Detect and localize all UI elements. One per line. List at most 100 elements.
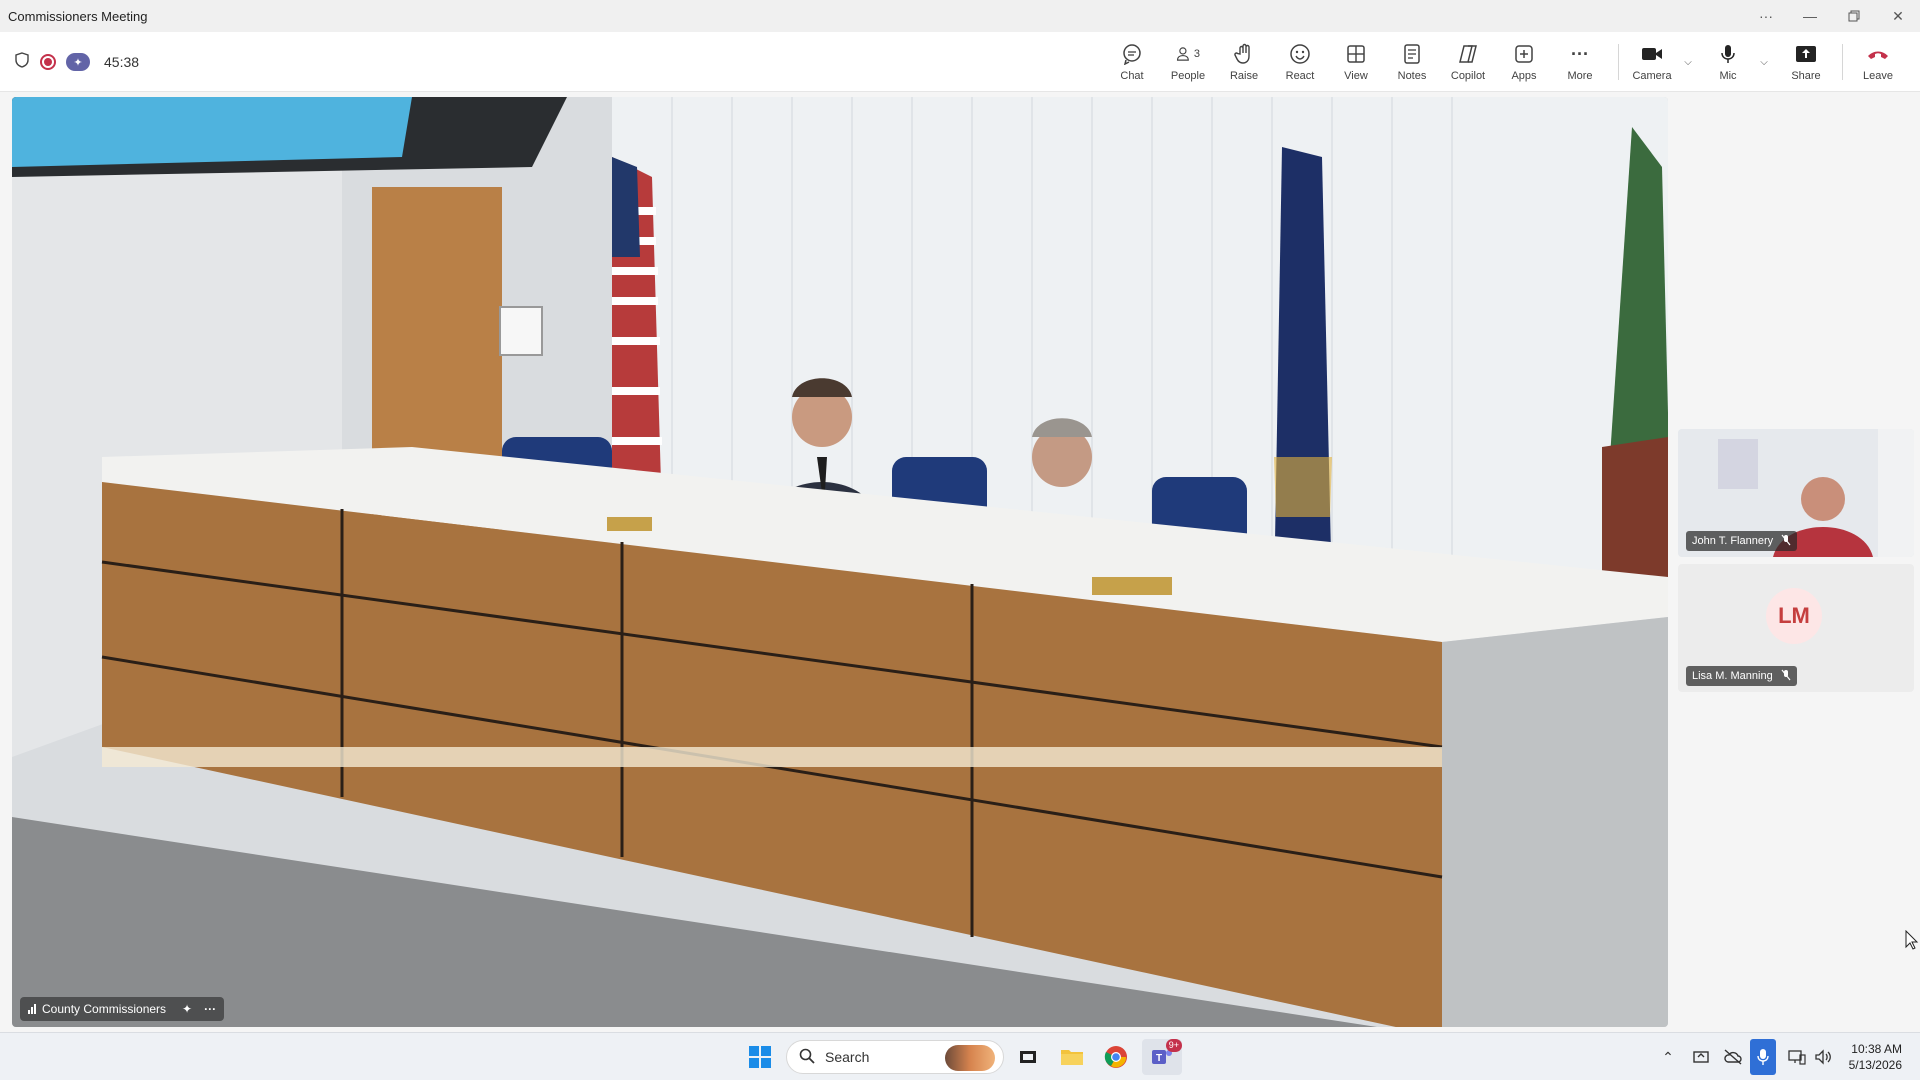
more-label: More	[1567, 70, 1593, 82]
toolbar-divider	[1842, 44, 1843, 80]
teams-meeting-window: Commissioners Meeting ··· — ✕ ✦ 45:38 Ch…	[0, 0, 1920, 1080]
pin-icon[interactable]: ✦	[182, 1002, 192, 1016]
copilot-status-icon[interactable]: ✦	[66, 53, 90, 71]
leave-button[interactable]: Leave	[1850, 32, 1906, 92]
leave-label: Leave	[1863, 70, 1893, 82]
microphone-in-use-icon[interactable]	[1750, 1039, 1776, 1075]
meeting-room-video	[12, 97, 1668, 1027]
recording-icon[interactable]	[40, 54, 56, 70]
react-label: React	[1285, 70, 1315, 82]
copilot-label: Copilot	[1450, 70, 1486, 82]
cloud-offline-icon[interactable]	[1720, 1033, 1746, 1080]
clock-date: 5/13/2026	[1848, 1058, 1902, 1072]
participant-name: Lisa M. Manning	[1692, 670, 1773, 682]
people-count: 3	[1193, 48, 1200, 60]
toolbar-divider	[1618, 44, 1619, 80]
people-label: People	[1170, 70, 1206, 82]
title-bar: Commissioners Meeting ··· — ✕	[0, 0, 1920, 32]
raise-label: Raise	[1229, 70, 1259, 82]
add-app-icon	[1512, 42, 1536, 66]
camera-button[interactable]: Camera	[1624, 32, 1680, 92]
more-options-icon[interactable]: ···	[1744, 0, 1788, 32]
participant-tile[interactable]: John T. Flannery	[1678, 429, 1914, 557]
copilot-button[interactable]: Copilot	[1440, 32, 1496, 92]
search-placeholder: Search	[825, 1049, 870, 1065]
participant-nametag: John T. Flannery	[1686, 531, 1798, 551]
view-label: View	[1344, 70, 1368, 82]
camera-label: Camera	[1632, 70, 1672, 82]
svg-text:T: T	[1156, 1053, 1162, 1064]
mic-options-chevron-icon[interactable]: ⌵	[1756, 32, 1772, 92]
teams-button[interactable]: T 9+	[1142, 1039, 1182, 1075]
network-icon[interactable]	[1784, 1033, 1810, 1080]
share-screen-icon	[1794, 42, 1818, 66]
notes-button[interactable]: Notes	[1384, 32, 1440, 92]
signal-bars-icon	[28, 1004, 36, 1014]
sync-icon[interactable]	[1688, 1033, 1714, 1080]
microphone-icon	[1716, 42, 1740, 66]
meeting-toolbar: ✦ 45:38 Chat 3 People Raise React View N…	[0, 32, 1920, 92]
mic-muted-icon	[1781, 669, 1791, 684]
copilot-icon	[1456, 42, 1480, 66]
view-button[interactable]: View	[1328, 32, 1384, 92]
stage-more-options-icon[interactable]: ···	[204, 1002, 216, 1016]
search-highlight-image	[945, 1045, 995, 1071]
close-button[interactable]: ✕	[1876, 0, 1920, 32]
hand-icon	[1232, 42, 1256, 66]
react-button[interactable]: React	[1272, 32, 1328, 92]
mic-muted-icon	[1781, 534, 1791, 549]
smiley-icon	[1288, 42, 1312, 66]
start-button[interactable]	[744, 1039, 776, 1075]
windows-logo-icon	[749, 1046, 771, 1068]
camera-options-chevron-icon[interactable]: ⌵	[1680, 32, 1696, 92]
grid-view-icon	[1344, 42, 1368, 66]
teams-notification-badge: 9+	[1165, 1039, 1182, 1052]
mic-button[interactable]: Mic	[1700, 32, 1756, 92]
apps-label: Apps	[1511, 70, 1537, 82]
main-video-stage[interactable]: County Commissioners ✦ ···	[12, 97, 1668, 1027]
chrome-button[interactable]	[1100, 1039, 1132, 1075]
hang-up-icon	[1866, 42, 1890, 66]
window-controls: ··· — ✕	[1744, 0, 1920, 32]
shield-icon[interactable]	[14, 51, 30, 73]
people-button[interactable]: 3 People	[1160, 32, 1216, 92]
restore-button[interactable]	[1832, 0, 1876, 32]
participant-tile[interactable]: LM Lisa M. Manning	[1678, 564, 1914, 692]
task-view-button[interactable]	[1012, 1039, 1044, 1075]
chrome-icon	[1104, 1046, 1127, 1068]
volume-icon[interactable]	[1810, 1033, 1836, 1080]
participant-name: John T. Flannery	[1692, 535, 1774, 547]
chat-label: Chat	[1120, 70, 1144, 82]
notes-label: Notes	[1397, 70, 1427, 82]
mouse-cursor-icon	[1905, 929, 1919, 955]
ellipsis-icon: ···	[1571, 43, 1589, 64]
share-label: Share	[1791, 70, 1821, 82]
mic-label: Mic	[1719, 70, 1737, 82]
people-icon: 3	[1176, 42, 1200, 66]
participant-panel: John T. Flannery LM Lisa M. Manning	[1676, 97, 1920, 1027]
stage-participant-name: County Commissioners	[42, 1002, 167, 1016]
meeting-status: ✦ 45:38	[14, 32, 139, 92]
more-button[interactable]: ··· More	[1552, 32, 1608, 92]
clock-time: 10:38 AM	[1851, 1042, 1902, 1056]
minimize-button[interactable]: —	[1788, 0, 1832, 32]
apps-button[interactable]: Apps	[1496, 32, 1552, 92]
chat-button[interactable]: Chat	[1104, 32, 1160, 92]
stage-caption: County Commissioners ✦ ···	[20, 997, 225, 1021]
raise-hand-button[interactable]: Raise	[1216, 32, 1272, 92]
chat-icon	[1120, 42, 1144, 66]
participant-avatar: LM	[1766, 588, 1822, 644]
file-explorer-button[interactable]	[1056, 1039, 1088, 1075]
taskbar-clock[interactable]: 10:38 AM 5/13/2026	[1849, 1041, 1902, 1073]
folder-icon	[1061, 1050, 1083, 1065]
notes-icon	[1400, 42, 1424, 66]
meeting-timer: 45:38	[104, 54, 140, 70]
taskbar-search[interactable]: Search	[786, 1040, 1004, 1074]
windows-taskbar: Search T 9+ ⌃ 10:38 AM 5/13/2026	[0, 1032, 1920, 1080]
show-hidden-icons-chevron-icon[interactable]: ⌃	[1656, 1033, 1680, 1080]
share-button[interactable]: Share	[1778, 32, 1834, 92]
search-icon	[799, 1048, 815, 1067]
window-title: Commissioners Meeting	[8, 8, 148, 24]
video-camera-icon	[1640, 42, 1664, 66]
task-view-icon	[1020, 1051, 1036, 1063]
